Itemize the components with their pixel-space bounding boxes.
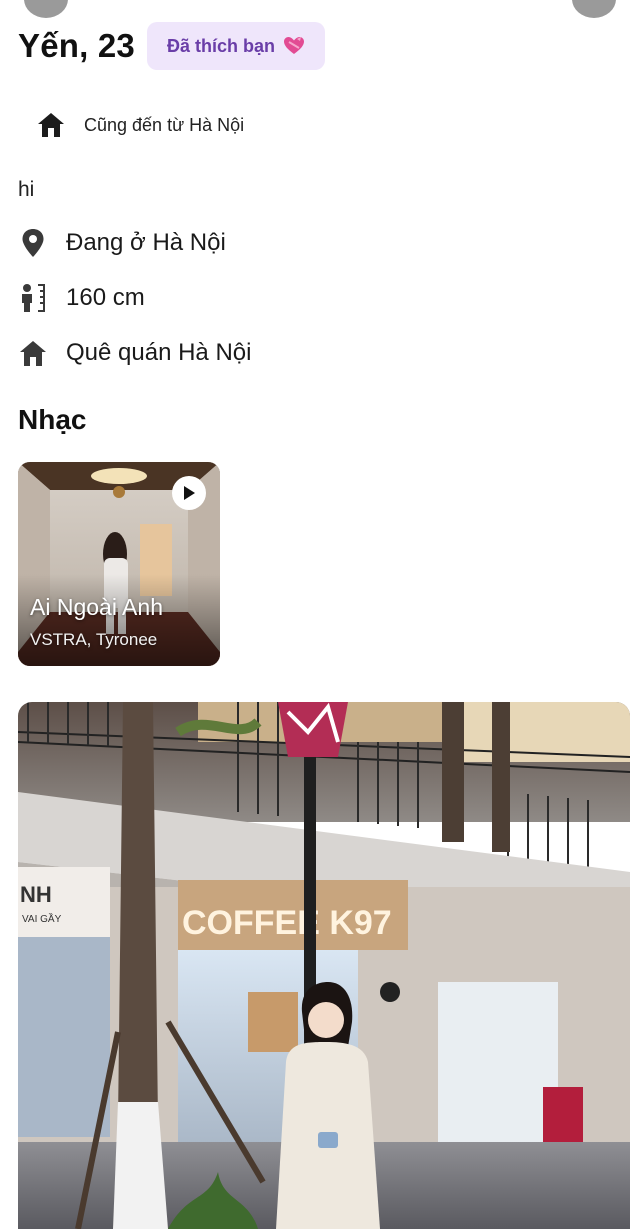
heart-gift-icon	[283, 37, 304, 54]
song-title: Ai Ngoài Anh	[30, 594, 163, 620]
house-icon	[20, 341, 46, 366]
song-artist: VSTRA, Tyronee	[30, 630, 158, 649]
profile-photo[interactable]: NH VAI GẦY COFFEE K97	[18, 702, 630, 1229]
shared-hometown-row: Cũng đến từ Hà Nội	[36, 110, 244, 140]
music-section-title: Nhạc	[18, 404, 87, 435]
liked-badge-label: Đã thích bạn	[166, 35, 275, 56]
height-row: 160 cm	[18, 283, 145, 313]
profile-photo-image: NH VAI GẦY COFFEE K97	[18, 702, 630, 1229]
shop-sign-left-sub: VAI GẦY	[22, 912, 62, 925]
play-button[interactable]	[172, 476, 206, 510]
profile-header: Yến, 23 Đã thích bạn	[18, 22, 325, 70]
hometown-row: Quê quán Hà Nội	[18, 338, 251, 368]
hometown-label: Quê quán Hà Nội	[66, 339, 252, 366]
liked-you-badge: Đã thích bạn	[146, 22, 325, 70]
back-button[interactable]	[24, 0, 68, 18]
more-button[interactable]	[572, 0, 616, 18]
height-ruler-icon	[22, 284, 45, 312]
location-label: Đang ở Hà Nội	[66, 229, 226, 256]
shared-hometown-label: Cũng đến từ Hà Nội	[84, 114, 245, 135]
shop-sign-left: NH	[20, 882, 52, 907]
coffee-sign: COFFEE K97	[182, 904, 392, 942]
location-pin-icon	[22, 229, 44, 257]
home-icon	[38, 113, 64, 137]
play-icon	[184, 486, 195, 500]
profile-name-age: Yến, 23	[18, 27, 135, 64]
height-label: 160 cm	[66, 284, 145, 311]
location-row: Đang ở Hà Nội	[18, 228, 226, 258]
bio-text: hi	[18, 178, 35, 201]
